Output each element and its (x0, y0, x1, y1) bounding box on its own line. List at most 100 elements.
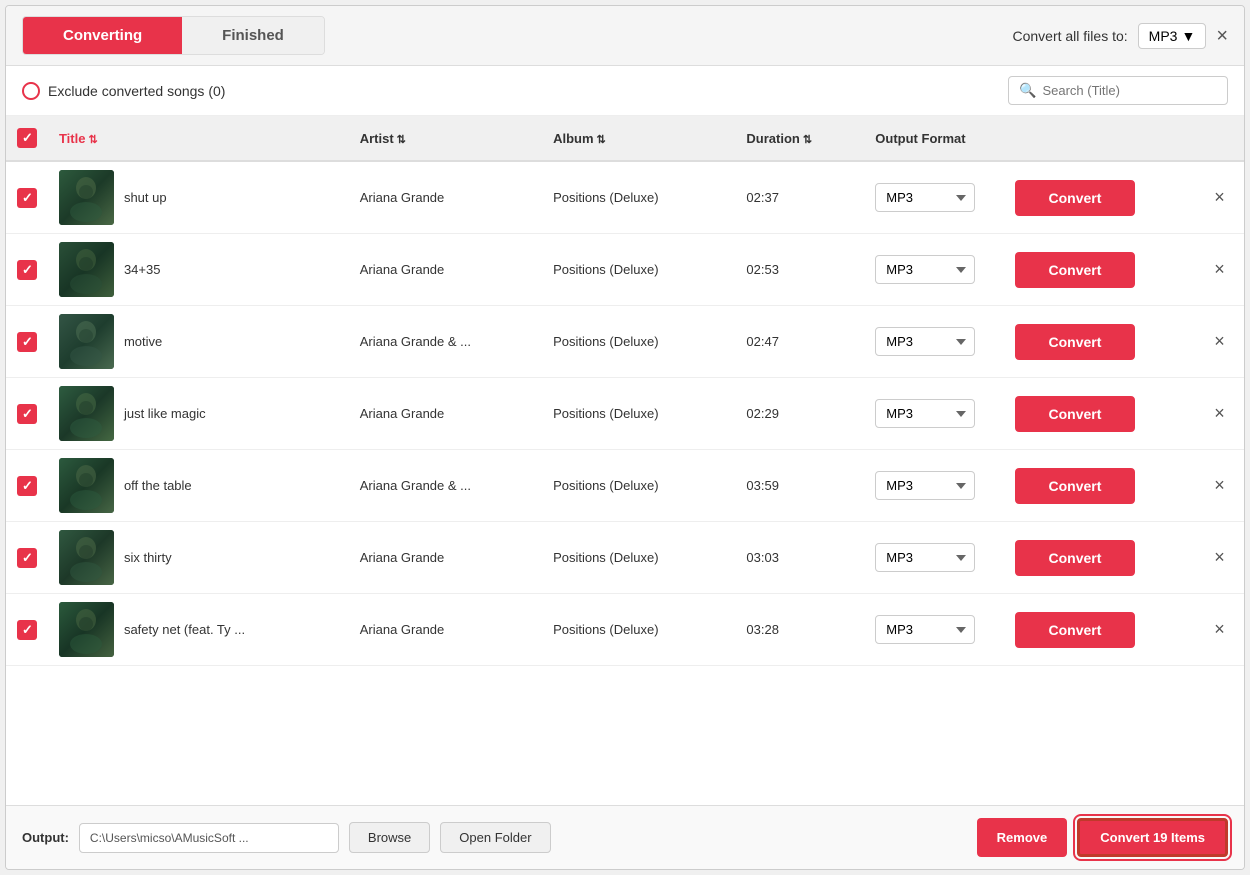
tab-finished[interactable]: Finished (182, 17, 324, 54)
format-select[interactable]: MP3 AAC FLAC WAV OGG (875, 471, 975, 500)
row-album-cell: Positions (Deluxe) (543, 378, 736, 450)
format-dropdown[interactable]: MP3 ▼ (1138, 23, 1207, 49)
footer: Output: C:\Users\micso\AMusicSoft ... Br… (6, 805, 1244, 869)
delete-button[interactable]: × (1208, 617, 1231, 642)
row-checkbox[interactable] (17, 260, 37, 280)
col-header-artist[interactable]: Artist⇅ (350, 116, 543, 161)
title-sort-icon: ⇅ (88, 134, 97, 146)
row-artist-cell: Ariana Grande (350, 234, 543, 306)
delete-button[interactable]: × (1208, 545, 1231, 570)
col-header-title[interactable]: Title⇅ (49, 116, 350, 161)
row-action-cell: Convert (1005, 594, 1198, 666)
row-album-cell: Positions (Deluxe) (543, 594, 736, 666)
delete-button[interactable]: × (1208, 329, 1231, 354)
row-checkbox[interactable] (17, 620, 37, 640)
convert-button[interactable]: Convert (1015, 540, 1135, 576)
song-title-text: motive (124, 334, 162, 349)
song-title-text: 34+35 (124, 262, 161, 277)
song-thumbnail (59, 458, 114, 513)
song-title-text: safety net (feat. Ty ... (124, 622, 245, 637)
convert-button[interactable]: Convert (1015, 252, 1135, 288)
delete-button[interactable]: × (1208, 473, 1231, 498)
header-right: Convert all files to: MP3 ▼ × (1012, 23, 1228, 49)
output-label: Output: (22, 830, 69, 845)
songs-table: Title⇅ Artist⇅ Album⇅ Duration⇅ Output F… (6, 116, 1244, 666)
row-checkbox-cell (6, 594, 49, 666)
row-checkbox[interactable] (17, 404, 37, 424)
row-duration-cell: 02:47 (736, 306, 865, 378)
song-cell: safety net (feat. Ty ... (59, 602, 340, 657)
table-header-row: Title⇅ Artist⇅ Album⇅ Duration⇅ Output F… (6, 116, 1244, 161)
search-input[interactable] (1042, 83, 1217, 98)
format-select[interactable]: MP3 AAC FLAC WAV OGG (875, 255, 975, 284)
format-select[interactable]: MP3 AAC FLAC WAV OGG (875, 183, 975, 212)
convert-all-button[interactable]: Convert 19 Items (1077, 818, 1228, 857)
delete-button[interactable]: × (1208, 185, 1231, 210)
row-checkbox-cell (6, 522, 49, 594)
open-folder-button[interactable]: Open Folder (440, 822, 550, 853)
row-delete-cell: × (1198, 378, 1244, 450)
browse-button[interactable]: Browse (349, 822, 430, 853)
row-artist-cell: Ariana Grande & ... (350, 450, 543, 522)
output-path: C:\Users\micso\AMusicSoft ... (79, 823, 339, 853)
col-header-duration[interactable]: Duration⇅ (736, 116, 865, 161)
row-checkbox[interactable] (17, 476, 37, 496)
row-format-cell: MP3 AAC FLAC WAV OGG (865, 234, 1005, 306)
exclude-section: Exclude converted songs (0) (22, 82, 225, 100)
convert-button[interactable]: Convert (1015, 180, 1135, 216)
format-select[interactable]: MP3 AAC FLAC WAV OGG (875, 327, 975, 356)
row-action-cell: Convert (1005, 522, 1198, 594)
row-title-cell: just like magic (49, 378, 350, 450)
format-value: MP3 (1149, 28, 1178, 44)
footer-right: Remove Convert 19 Items (977, 818, 1228, 857)
song-thumbnail (59, 602, 114, 657)
col-header-album[interactable]: Album⇅ (543, 116, 736, 161)
table-row: shut up Ariana Grande Positions (Deluxe)… (6, 161, 1244, 234)
row-artist-cell: Ariana Grande & ... (350, 306, 543, 378)
row-album-cell: Positions (Deluxe) (543, 161, 736, 234)
album-sort-icon: ⇅ (597, 134, 606, 146)
song-thumbnail (59, 170, 114, 225)
delete-button[interactable]: × (1208, 257, 1231, 282)
row-checkbox[interactable] (17, 188, 37, 208)
format-select[interactable]: MP3 AAC FLAC WAV OGG (875, 543, 975, 572)
row-format-cell: MP3 AAC FLAC WAV OGG (865, 450, 1005, 522)
exclude-circle-icon[interactable] (22, 82, 40, 100)
row-action-cell: Convert (1005, 306, 1198, 378)
row-format-cell: MP3 AAC FLAC WAV OGG (865, 594, 1005, 666)
row-title-cell: 34+35 (49, 234, 350, 306)
row-delete-cell: × (1198, 161, 1244, 234)
song-title-text: just like magic (124, 406, 206, 421)
row-checkbox[interactable] (17, 332, 37, 352)
row-delete-cell: × (1198, 234, 1244, 306)
app-window: Converting Finished Convert all files to… (5, 5, 1245, 870)
select-all-checkbox[interactable] (17, 128, 37, 148)
convert-button[interactable]: Convert (1015, 396, 1135, 432)
row-format-cell: MP3 AAC FLAC WAV OGG (865, 161, 1005, 234)
convert-button[interactable]: Convert (1015, 324, 1135, 360)
search-icon: 🔍 (1019, 82, 1036, 99)
convert-button[interactable]: Convert (1015, 468, 1135, 504)
row-checkbox-cell (6, 234, 49, 306)
delete-button[interactable]: × (1208, 401, 1231, 426)
songs-tbody: shut up Ariana Grande Positions (Deluxe)… (6, 161, 1244, 666)
row-artist-cell: Ariana Grande (350, 378, 543, 450)
row-delete-cell: × (1198, 306, 1244, 378)
row-format-cell: MP3 AAC FLAC WAV OGG (865, 306, 1005, 378)
row-title-cell: shut up (49, 161, 350, 234)
table-row: off the table Ariana Grande & ... Positi… (6, 450, 1244, 522)
row-delete-cell: × (1198, 522, 1244, 594)
song-cell: off the table (59, 458, 340, 513)
format-select[interactable]: MP3 AAC FLAC WAV OGG (875, 399, 975, 428)
row-title-cell: motive (49, 306, 350, 378)
close-button[interactable]: × (1216, 26, 1228, 46)
format-select[interactable]: MP3 AAC FLAC WAV OGG (875, 615, 975, 644)
remove-button[interactable]: Remove (977, 818, 1068, 857)
row-action-cell: Convert (1005, 161, 1198, 234)
row-checkbox[interactable] (17, 548, 37, 568)
convert-button[interactable]: Convert (1015, 612, 1135, 648)
table-row: motive Ariana Grande & ... Positions (De… (6, 306, 1244, 378)
row-title-cell: six thirty (49, 522, 350, 594)
tab-converting[interactable]: Converting (23, 17, 182, 54)
table-container: Title⇅ Artist⇅ Album⇅ Duration⇅ Output F… (6, 116, 1244, 805)
